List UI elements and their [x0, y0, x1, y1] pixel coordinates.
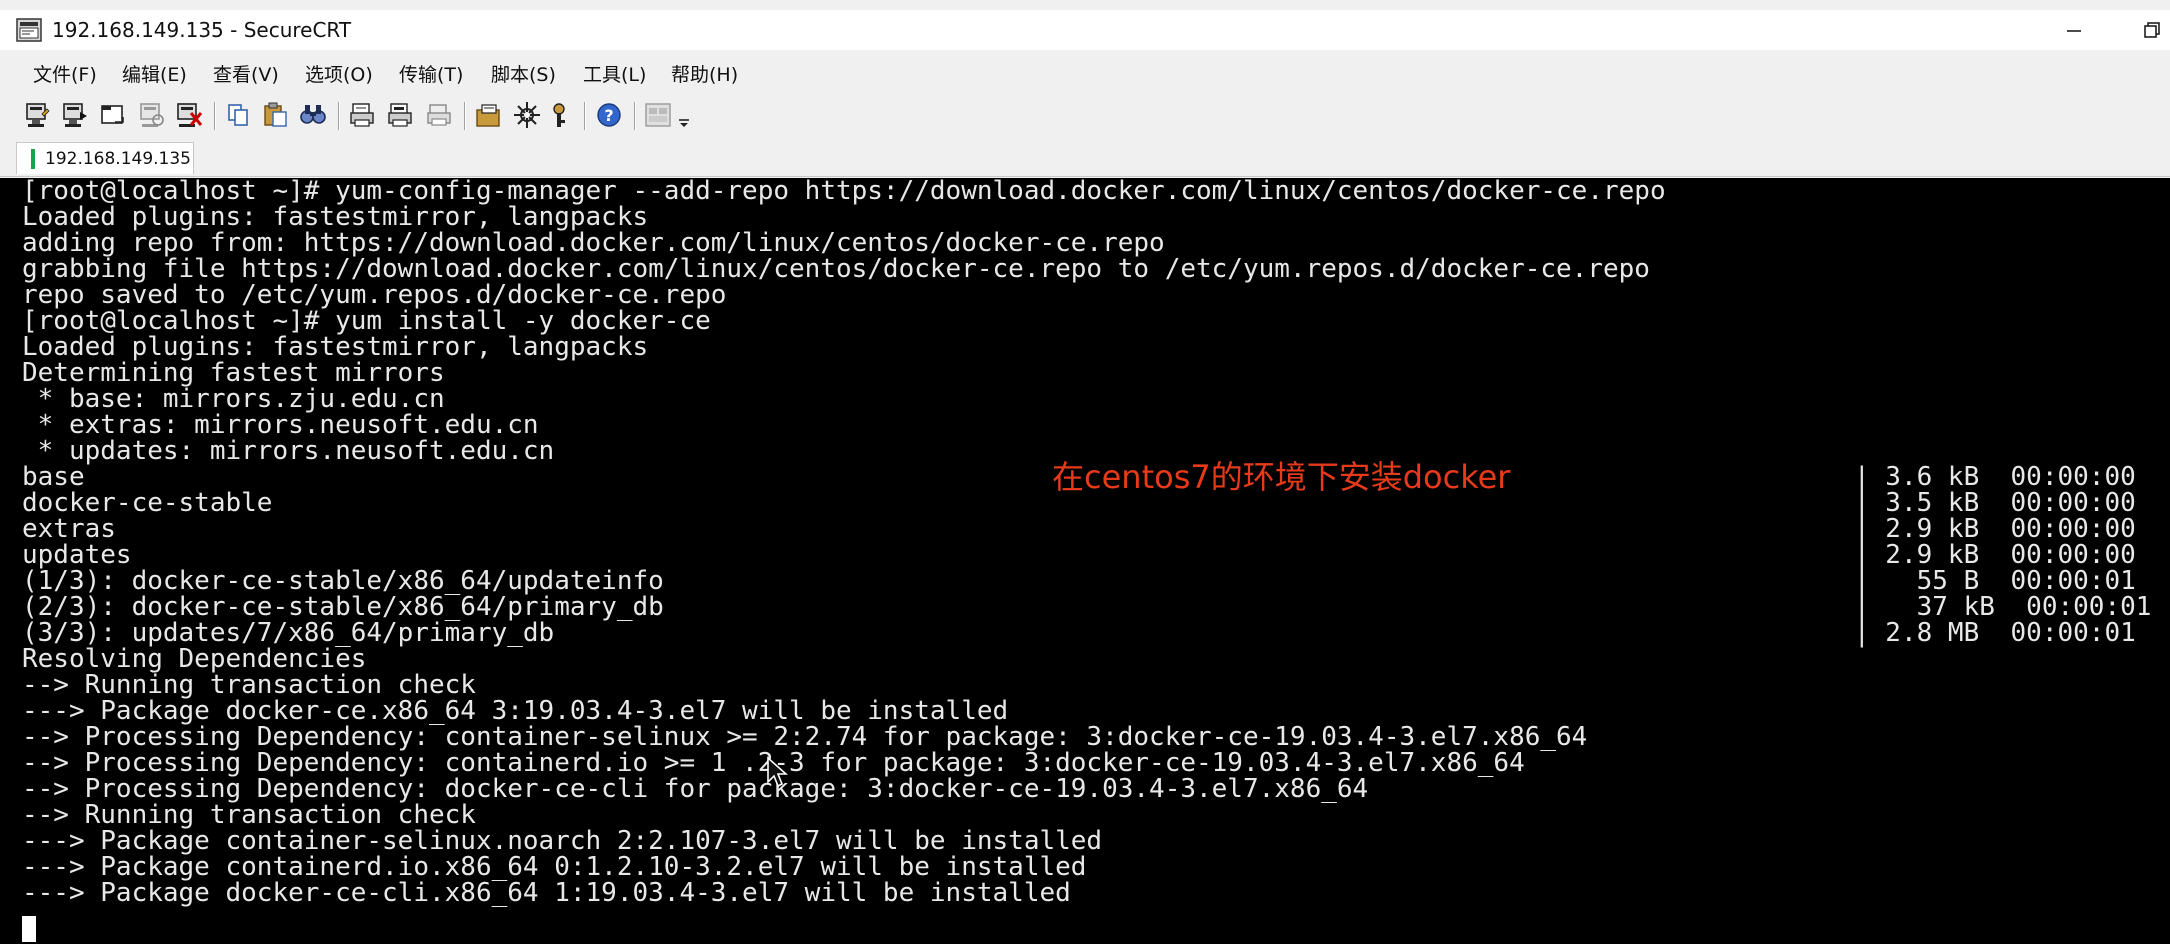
- title-bar: 192.168.149.135 - SecureCRT: [0, 10, 2170, 50]
- terminal-line: ---> Package docker-ce-cli.x86_64 1:19.0…: [22, 878, 1071, 908]
- menu-script[interactable]: 脚本(S): [487, 58, 560, 89]
- disconnect-icon[interactable]: [174, 100, 204, 130]
- toolbar: ?: [0, 96, 2170, 140]
- tab-session[interactable]: 192.168.149.135: [16, 142, 194, 174]
- annotation-caption: 在centos7的环境下安装docker: [1052, 458, 1511, 496]
- terminal-line: --> Running transaction check: [22, 670, 476, 700]
- find-icon[interactable]: [298, 100, 328, 130]
- svg-text:?: ?: [604, 106, 613, 125]
- terminal-line: [root@localhost ~]# yum-config-manager -…: [22, 178, 1666, 206]
- tab-label: 192.168.149.135: [45, 149, 192, 169]
- download-progress: | 37 kB 00:00:01: [1854, 592, 2152, 622]
- download-progress: | 2.8 MB 00:00:01: [1854, 618, 2136, 648]
- terminal-line: * base: mirrors.zju.edu.cn: [22, 384, 445, 414]
- terminal-line: base: [22, 462, 85, 492]
- text-cursor: [22, 916, 36, 942]
- terminal-line: * extras: mirrors.neusoft.edu.cn: [22, 410, 539, 440]
- terminal-line: Determining fastest mirrors: [22, 358, 445, 388]
- print-icon[interactable]: [348, 100, 378, 130]
- paste-icon[interactable]: [261, 100, 291, 130]
- terminal-line: grabbing file https://download.docker.co…: [22, 254, 1650, 284]
- copy-icon[interactable]: [224, 100, 254, 130]
- minimize-button[interactable]: [2054, 14, 2094, 46]
- sftp-icon[interactable]: [643, 100, 673, 130]
- window-title: 192.168.149.135 - SecureCRT: [52, 18, 352, 42]
- keymap-icon[interactable]: [544, 100, 574, 130]
- menu-transfer[interactable]: 传输(T): [395, 58, 467, 89]
- mouse-pointer-icon: [767, 756, 788, 788]
- quick-connect-icon[interactable]: [60, 100, 90, 130]
- menu-bar: 文件(F) 编辑(E) 查看(V) 选项(O) 传输(T) 脚本(S) 工具(L…: [0, 52, 2170, 92]
- toolbar-separator: [584, 102, 586, 130]
- terminal-line: Loaded plugins: fastestmirror, langpacks: [22, 202, 649, 232]
- terminal-line: --> Running transaction check: [22, 800, 476, 830]
- restore-button[interactable]: [2132, 14, 2170, 46]
- connect-in-tab-icon[interactable]: [98, 100, 128, 130]
- terminal-line: (2/3): docker-ce-stable/x86_64/primary_d…: [22, 592, 664, 622]
- toolbar-separator: [634, 102, 636, 130]
- menu-tools[interactable]: 工具(L): [579, 58, 650, 89]
- download-progress: | 55 B 00:00:01: [1854, 566, 2136, 596]
- help-icon[interactable]: ?: [594, 100, 624, 130]
- toolbar-separator: [338, 102, 340, 130]
- terminal-line: adding repo from: https://download.docke…: [22, 228, 1165, 258]
- reconnect-icon[interactable]: [136, 100, 166, 130]
- terminal-line: extras: [22, 514, 116, 544]
- menu-file[interactable]: 文件(F): [29, 58, 101, 89]
- toolbar-separator: [464, 102, 466, 130]
- toolbar-separator: [214, 102, 216, 130]
- terminal-line: ---> Package docker-ce.x86_64 3:19.03.4-…: [22, 696, 1009, 726]
- securecrt-window: 192.168.149.135 - SecureCRT 文件(F) 编辑(E) …: [0, 0, 2170, 944]
- terminal-line: * updates: mirrors.neusoft.edu.cn: [22, 436, 555, 466]
- global-options-icon[interactable]: [512, 100, 542, 130]
- menu-view[interactable]: 查看(V): [209, 58, 283, 89]
- menu-edit[interactable]: 编辑(E): [118, 58, 191, 89]
- download-progress: | 2.9 kB 00:00:00: [1854, 514, 2136, 544]
- restore-icon: [2144, 22, 2160, 38]
- menu-options[interactable]: 选项(O): [301, 58, 377, 89]
- terminal-line: repo saved to /etc/yum.repos.d/docker-ce…: [22, 280, 727, 310]
- connection-status-indicator: [31, 149, 35, 169]
- securecrt-app-icon: [16, 18, 42, 42]
- toolbar-dropdown-icon[interactable]: [676, 100, 692, 130]
- terminal-line: --> Processing Dependency: docker-ce-cli…: [22, 774, 1369, 804]
- print-selection-icon[interactable]: [386, 100, 416, 130]
- terminal-line: [root@localhost ~]# yum install -y docke…: [22, 306, 711, 336]
- download-progress: | 3.5 kB 00:00:00: [1854, 488, 2136, 518]
- terminal-line: Resolving Dependencies: [22, 644, 367, 674]
- terminal-line: --> Processing Dependency: container-sel…: [22, 722, 1588, 752]
- menu-help[interactable]: 帮助(H): [667, 58, 742, 89]
- connect-icon[interactable]: [22, 100, 52, 130]
- terminal-gutter: [0, 178, 18, 944]
- minimize-icon: [2067, 30, 2081, 32]
- session-tab-strip: 192.168.149.135: [0, 140, 2170, 177]
- download-progress: | 3.6 kB 00:00:00: [1854, 462, 2136, 492]
- terminal-line: (3/3): updates/7/x86_64/primary_db: [22, 618, 555, 648]
- terminal-line: docker-ce-stable: [22, 488, 273, 518]
- terminal-line: ---> Package containerd.io.x86_64 0:1.2.…: [22, 852, 1087, 882]
- session-options-icon[interactable]: [474, 100, 504, 130]
- terminal-line: (1/3): docker-ce-stable/x86_64/updateinf…: [22, 566, 664, 596]
- terminal-line: Loaded plugins: fastestmirror, langpacks: [22, 332, 649, 362]
- download-progress: | 2.9 kB 00:00:00: [1854, 540, 2136, 570]
- print-setup-icon[interactable]: [424, 100, 454, 130]
- terminal-line: ---> Package container-selinux.noarch 2:…: [22, 826, 1103, 856]
- terminal-output[interactable]: [root@localhost ~]# yum-config-manager -…: [18, 178, 2170, 944]
- terminal-line: updates: [22, 540, 132, 570]
